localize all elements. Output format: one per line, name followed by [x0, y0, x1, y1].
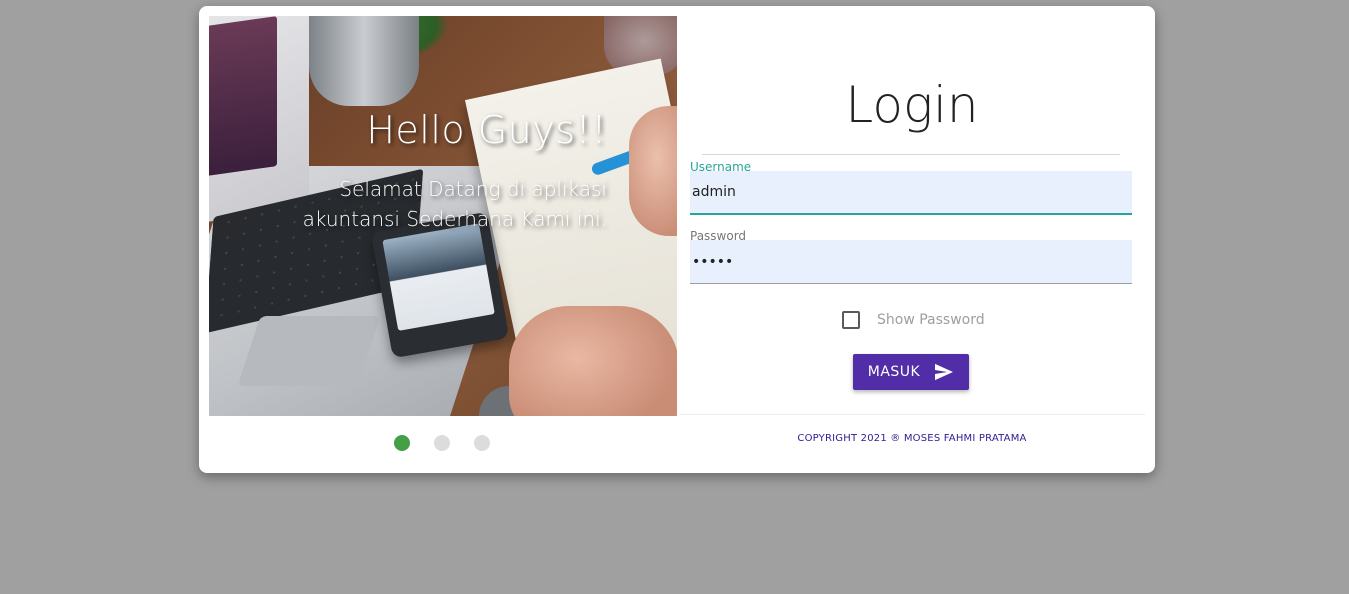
plant-pot	[309, 16, 419, 106]
carousel-dot-1[interactable]	[394, 435, 410, 451]
masuk-button[interactable]: MASUK	[853, 354, 969, 390]
carousel-dot-3[interactable]	[474, 435, 490, 451]
show-password-label: Show Password	[877, 312, 985, 328]
laptop-trackpad	[237, 316, 381, 386]
footer-divider	[679, 414, 1145, 415]
carousel-subtitle-line2: akuntansi Sederhana Kami ini.	[302, 207, 607, 231]
laptop-screen	[209, 16, 309, 225]
password-input[interactable]	[690, 240, 1132, 284]
login-card: Hello Guys!! Selamat Datang di aplikasi …	[199, 6, 1155, 473]
carousel-indicators	[394, 435, 490, 451]
title-divider	[702, 154, 1120, 155]
show-password-toggle[interactable]: Show Password	[842, 311, 985, 329]
carousel-heading: Hello Guys!!	[366, 108, 607, 152]
username-input[interactable]	[690, 171, 1132, 215]
copyright-text: COPYRIGHT 2021 ® MOSES FAHMI PRATAMA	[797, 433, 1027, 444]
carousel-dot-2[interactable]	[434, 435, 450, 451]
send-icon	[934, 363, 954, 381]
masuk-button-label: MASUK	[867, 364, 921, 380]
login-title: Login	[845, 76, 979, 134]
welcome-carousel-slide: Hello Guys!! Selamat Datang di aplikasi …	[209, 16, 677, 416]
carousel-subtitle: Selamat Datang di aplikasi akuntansi Sed…	[303, 174, 607, 234]
carousel-subtitle-line1: Selamat Datang di aplikasi	[339, 177, 607, 201]
show-password-checkbox[interactable]	[842, 311, 860, 329]
hand-on-phone	[509, 306, 677, 416]
hand-writing	[629, 106, 677, 236]
